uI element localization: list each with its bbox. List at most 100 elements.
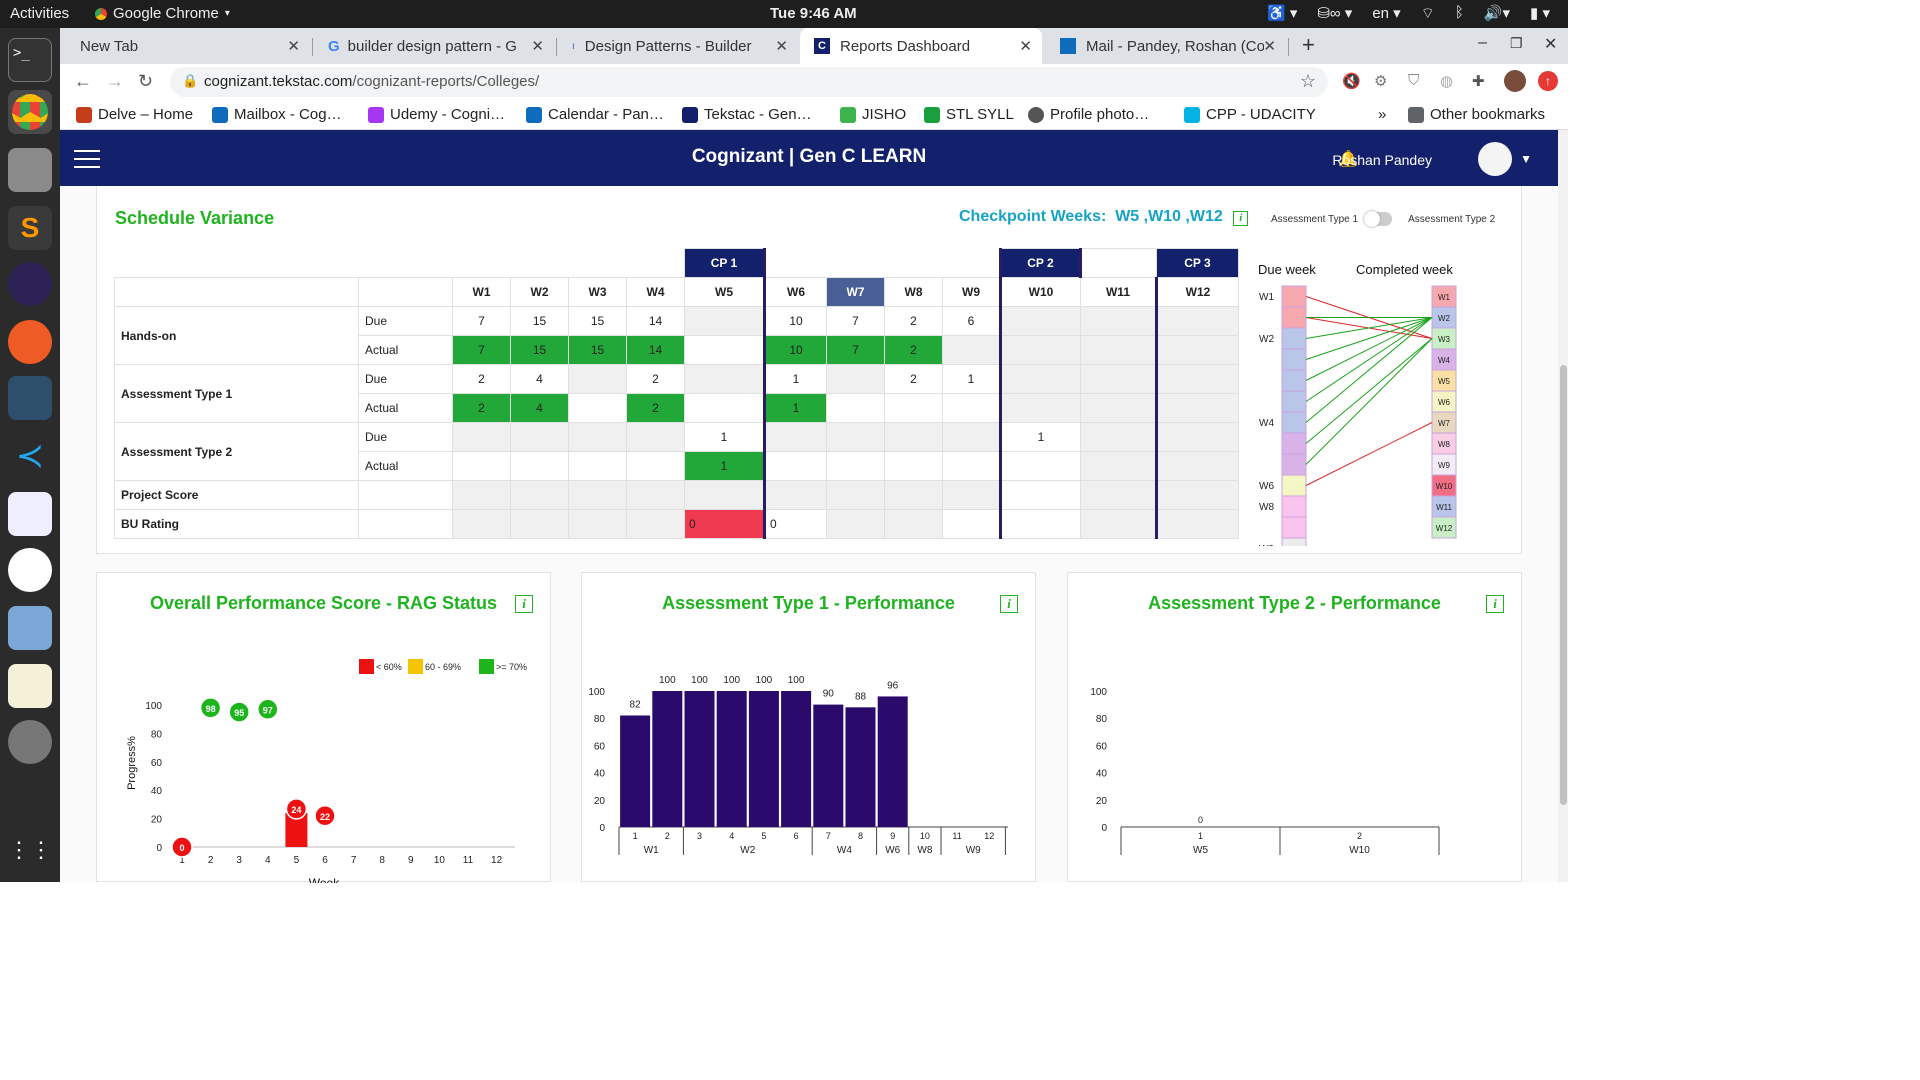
table-cell: 0 <box>684 509 765 539</box>
back-icon[interactable]: ← <box>74 71 92 92</box>
jisho-icon <box>840 106 856 123</box>
bookmark-delve[interactable]: Delve – Home <box>76 106 193 123</box>
url-field[interactable]: 🔒 cognizant.tekstac.com/cognizant-report… <box>170 67 1328 97</box>
clock[interactable]: Tue 9:46 AM <box>770 5 857 22</box>
files-icon[interactable] <box>8 148 52 192</box>
bookmark-calendar[interactable]: Calendar - Pan… <box>526 106 664 123</box>
tab-reports-dashboard[interactable]: C Reports Dashboard ✕ <box>800 28 1042 64</box>
rag-point-label: 95 <box>234 708 244 718</box>
accessibility-icon[interactable]: ♿ ▾ <box>1267 4 1297 23</box>
wifi-icon[interactable]: ⌔ <box>1421 4 1435 23</box>
info-icon[interactable]: i <box>1233 211 1249 226</box>
extension-icon[interactable]: ◍ <box>1440 72 1453 90</box>
week-header: W11 <box>1080 277 1157 307</box>
app-menu[interactable]: Google Chrome ▾ <box>95 5 230 22</box>
update-icon[interactable]: ↑ <box>1538 71 1558 91</box>
vscode-icon[interactable]: ≺ <box>8 434 52 478</box>
text-editor-icon[interactable] <box>8 664 52 708</box>
page-scrollbar[interactable] <box>1558 130 1568 882</box>
scrollbar-thumb[interactable] <box>1560 365 1567 805</box>
star-icon[interactable]: ☆ <box>1300 71 1316 92</box>
legend-label: < 60% <box>376 662 402 672</box>
y-tick-label: 20 <box>151 815 163 826</box>
bookmark-tekstac[interactable]: Tekstac - Gen… <box>682 106 812 123</box>
bar-value-label: 90 <box>823 689 835 700</box>
image-viewer-icon[interactable] <box>8 606 52 650</box>
bookmark-jisho[interactable]: JISHO <box>840 106 906 123</box>
tab-builder-design-pattern[interactable]: Gbuilder design pattern - G ✕ <box>314 28 554 64</box>
avatar[interactable] <box>1478 142 1512 176</box>
info-icon[interactable]: i <box>515 595 533 613</box>
table-cell <box>684 364 765 394</box>
tab-new-tab[interactable]: New Tab ✕ <box>66 28 310 64</box>
profile-avatar[interactable] <box>1504 70 1526 92</box>
tab-design-patterns-builder[interactable]: ı Design Patterns - Builder ✕ <box>558 28 798 64</box>
sublime-text-icon[interactable]: S <box>8 206 52 250</box>
calendar-icon <box>526 106 542 123</box>
new-tab-button[interactable]: + <box>1302 32 1315 58</box>
mysql-workbench-icon[interactable] <box>8 376 52 420</box>
puzzle-icon[interactable]: ✚ <box>1472 72 1485 90</box>
y-tick-label: 40 <box>1096 769 1108 780</box>
close-icon[interactable]: ✕ <box>531 37 544 55</box>
chevron-down-icon[interactable]: ▼ <box>1520 152 1532 166</box>
table-cell: 2 <box>452 364 511 394</box>
table-cell <box>1080 422 1157 452</box>
bookmark-cpp-udacity[interactable]: CPP - UDACITY <box>1184 106 1316 123</box>
y-tick-label: 60 <box>1096 741 1108 752</box>
close-icon[interactable]: ✕ <box>775 37 788 55</box>
bluetooth-icon[interactable]: ᛒ <box>1455 4 1464 23</box>
tab-mail[interactable]: Mail - Pandey, Roshan (Co ✕ <box>1046 28 1286 64</box>
battery-icon[interactable]: ▮ ▾ <box>1530 4 1550 23</box>
info-icon[interactable]: i <box>1000 595 1018 613</box>
bookmark-stl-syll[interactable]: STL SYLL <box>924 106 1014 123</box>
bookmarks-overflow[interactable]: » <box>1378 106 1386 123</box>
info-icon[interactable]: i <box>1486 595 1504 613</box>
system-tray[interactable]: ♿ ▾ ⛁∞ ▾ en ▾ ⌔ ᛒ 🔊▾ ▮ ▾ <box>1267 4 1550 23</box>
maximize-button[interactable]: ❐ <box>1510 35 1523 52</box>
table-cell: 15 <box>568 335 627 365</box>
close-window-button[interactable]: ✕ <box>1544 34 1557 54</box>
due-week-label: W2 <box>1259 334 1274 345</box>
other-bookmarks[interactable]: Other bookmarks <box>1408 106 1545 123</box>
address-bar-row: ← → ↻ 🔒 cognizant.tekstac.com/cognizant-… <box>60 64 1568 100</box>
postman-icon[interactable] <box>8 320 52 364</box>
shield-icon[interactable]: ⛉ <box>1408 72 1419 89</box>
extension-icon[interactable]: ⚙ <box>1374 72 1387 90</box>
close-icon[interactable]: ✕ <box>1019 37 1032 55</box>
document-viewer-icon[interactable] <box>8 492 52 536</box>
minimize-button[interactable]: – <box>1478 34 1487 52</box>
row-sub-label: Actual <box>358 393 453 423</box>
bookmark-mailbox[interactable]: Mailbox - Cog… <box>212 106 342 123</box>
eclipse-icon[interactable] <box>8 262 52 306</box>
completed-week-label: W1 <box>1438 293 1451 302</box>
eview-icon[interactable] <box>8 548 52 592</box>
toggle-switch[interactable] <box>1364 211 1393 227</box>
due-completed-link <box>1305 317 1433 402</box>
chrome-icon[interactable] <box>8 90 52 134</box>
x-tick-label: 10 <box>434 855 446 866</box>
table-cell: 14 <box>626 306 685 336</box>
activities-button[interactable]: Activities <box>10 5 69 22</box>
tekstac-icon: C <box>814 38 830 54</box>
bookmark-udemy[interactable]: Udemy - Cogni… <box>368 106 505 123</box>
terminal-icon[interactable]: >_ <box>8 38 52 82</box>
language-indicator[interactable]: en ▾ <box>1372 4 1400 23</box>
forward-icon[interactable]: → <box>106 71 124 92</box>
table-cell <box>568 480 627 510</box>
table-cell <box>684 335 765 365</box>
x-tick-label: 7 <box>351 855 357 866</box>
os-top-bar: Activities Google Chrome ▾ Tue 9:46 AM ♿… <box>0 0 1568 28</box>
bookmark-profile-photo[interactable]: Profile photo… <box>1028 106 1149 123</box>
bar <box>748 691 779 827</box>
app-grid-icon[interactable]: ⋮⋮⋮ <box>8 828 74 872</box>
volume-icon[interactable]: 🔊▾ <box>1484 4 1510 23</box>
user-name[interactable]: Roshan Pandey <box>1332 152 1432 168</box>
network-share-icon[interactable]: ⛁∞ ▾ <box>1317 4 1352 23</box>
close-icon[interactable]: ✕ <box>1263 37 1276 55</box>
settings-icon[interactable] <box>8 720 52 764</box>
assessment-type-toggle[interactable]: Assessment Type 1 Assessment Type 2 <box>1271 211 1495 227</box>
mute-icon[interactable]: 🔇 <box>1342 72 1361 90</box>
close-icon[interactable]: ✕ <box>287 37 300 55</box>
reload-icon[interactable]: ↻ <box>138 71 153 92</box>
